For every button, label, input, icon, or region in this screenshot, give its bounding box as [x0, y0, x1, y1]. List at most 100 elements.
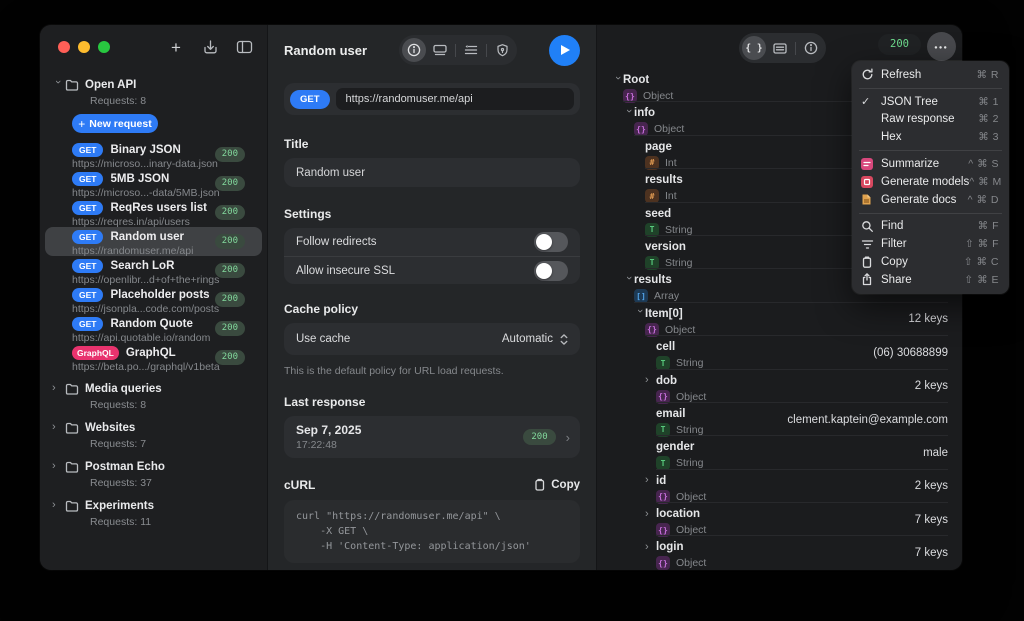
sidebar-folder[interactable]: ›Experiments Requests: 11	[52, 498, 267, 528]
chevron-right-icon[interactable]: ›	[52, 383, 63, 394]
menu-item-summarize[interactable]: Summarize ^ ⌘ S	[856, 155, 1005, 173]
chevron-right-icon[interactable]: ›	[52, 500, 63, 511]
chevron-right-icon[interactable]: ›	[645, 375, 656, 386]
last-response-row[interactable]: Sep 7, 2025 17:22:48 200 ›	[284, 416, 580, 458]
zoom-window-button[interactable]	[98, 41, 110, 53]
tree-row[interactable]: ›location {}Object 7 keys	[597, 503, 962, 536]
folder-request-count: Requests: 8	[90, 399, 267, 411]
tab-raw-response[interactable]	[768, 36, 792, 60]
type-string-icon: T	[645, 256, 659, 270]
send-request-button[interactable]	[549, 35, 580, 66]
menu-item-find[interactable]: Find ⌘ F	[856, 218, 1005, 236]
chevron-right-icon[interactable]: ›	[645, 475, 656, 486]
chevron-right-icon[interactable]: ›	[52, 422, 63, 433]
tree-type: Object	[654, 123, 684, 135]
toggle-sidebar-icon[interactable]	[233, 36, 255, 58]
menu-item-share[interactable]: Share ⇧ ⌘ E	[856, 271, 1005, 289]
menu-item-filter[interactable]: Filter ⇧ ⌘ F	[856, 235, 1005, 253]
menu-item-generate-models[interactable]: Generate models ^ ⌘ M	[856, 173, 1005, 191]
tree-key: gender	[656, 441, 694, 453]
tree-row[interactable]: ›Item[0] {}Object 12 keys	[597, 303, 962, 336]
request-editor-panel: Random user	[267, 25, 597, 570]
desktop: + › Open API Requests: 8 + New request	[0, 0, 1024, 621]
sidebar-folder[interactable]: ›Websites Requests: 7	[52, 420, 267, 450]
sidebar-folder-open-api[interactable]: › Open API	[52, 77, 267, 92]
sidebar-folder[interactable]: ›Postman Echo Requests: 37	[52, 459, 267, 489]
tree-type: Object	[676, 491, 706, 503]
menu-item-raw-response[interactable]: Raw response ⌘ 2	[856, 111, 1005, 129]
type-object-icon: {}	[656, 523, 670, 537]
chevron-down-icon[interactable]: ›	[623, 276, 634, 287]
editor-view-switcher	[399, 35, 517, 65]
titlebar[interactable]: +	[40, 39, 267, 55]
tree-row[interactable]: ›id {}Object 2 keys	[597, 470, 962, 503]
follow-redirects-row: Follow redirects	[284, 228, 580, 256]
folder-icon	[65, 79, 79, 91]
method-badge: GET	[72, 172, 103, 186]
request-item[interactable]: GETReqRes users list https://reqres.in/a…	[45, 198, 262, 227]
menu-item-copy[interactable]: Copy ⇧ ⌘ C	[856, 253, 1005, 271]
last-response-label: Last response	[284, 395, 580, 409]
method-badge: GET	[72, 230, 103, 244]
title-input[interactable]: Random user	[284, 158, 580, 187]
tab-info[interactable]	[402, 38, 426, 62]
close-window-button[interactable]	[58, 41, 70, 53]
minimize-window-button[interactable]	[78, 41, 90, 53]
request-item[interactable]: GETBinary JSON https://microso...inary-d…	[45, 140, 262, 169]
new-request-button[interactable]: + New request	[72, 114, 158, 133]
type-string-icon: T	[645, 223, 659, 237]
menu-shortcut: ⇧ ⌘ C	[964, 256, 999, 268]
allow-insecure-ssl-toggle[interactable]	[534, 261, 568, 281]
follow-redirects-toggle[interactable]	[534, 232, 568, 252]
request-name: Placeholder posts	[110, 289, 209, 301]
tree-value: 7 keys	[915, 547, 948, 559]
type-int-icon: #	[645, 156, 659, 170]
request-item[interactable]: GETRandom Quote https://api.quotable.io/…	[45, 314, 262, 343]
more-options-button[interactable]: ●●●	[927, 32, 956, 61]
chevron-down-icon[interactable]: ›	[623, 109, 634, 120]
tree-value: (06) 30688899	[873, 347, 948, 359]
request-item-selected[interactable]: GETRandom user https://randomuser.me/api…	[45, 227, 262, 256]
chevron-right-icon[interactable]: ›	[52, 461, 63, 472]
tree-row[interactable]: ›cell TString (06) 30688899	[597, 336, 962, 369]
sidebar-folder[interactable]: ›Media queries Requests: 8	[52, 381, 267, 411]
menu-item-label: Generate docs	[881, 194, 968, 206]
tab-auth[interactable]	[490, 38, 514, 62]
tab-response-info[interactable]	[799, 36, 823, 60]
menu-item-json-tree[interactable]: ✓ JSON Tree ⌘ 1	[856, 93, 1005, 111]
tree-key: seed	[645, 208, 671, 220]
curl-code-block[interactable]: curl "https://randomuser.me/api" \ -X GE…	[284, 500, 580, 563]
tree-row[interactable]: ›dob {}Object 2 keys	[597, 370, 962, 403]
tab-json-tree[interactable]: { }	[742, 36, 766, 60]
menu-shortcut: ⇧ ⌘ E	[964, 274, 999, 286]
tab-body[interactable]	[428, 38, 452, 62]
menu-item-refresh[interactable]: Refresh ⌘ R	[856, 66, 1005, 84]
copy-curl-button[interactable]: Copy	[533, 478, 580, 492]
chevron-right-icon[interactable]: ›	[645, 542, 656, 553]
tab-parameters[interactable]	[459, 38, 483, 62]
search-icon	[861, 220, 881, 233]
chevron-down-icon[interactable]: ›	[634, 309, 645, 320]
tree-type: String	[665, 257, 692, 269]
tree-row[interactable]: ›login {}Object 7 keys	[597, 536, 962, 569]
menu-item-hex[interactable]: Hex ⌘ 3	[856, 128, 1005, 146]
chevron-down-icon[interactable]: ›	[52, 80, 63, 91]
add-icon[interactable]: +	[165, 36, 187, 58]
tree-row[interactable]: ›gender TString male	[597, 436, 962, 469]
url-input[interactable]: https://randomuser.me/api	[336, 88, 574, 110]
import-icon[interactable]	[199, 36, 221, 58]
request-item[interactable]: GET5MB JSON https://microso...-data/5MB.…	[45, 169, 262, 198]
request-item[interactable]: GETPlaceholder posts https://jsonpla...c…	[45, 285, 262, 314]
tree-row[interactable]: ›email TString clement.kaptein@example.c…	[597, 403, 962, 436]
chevron-down-icon[interactable]: ›	[612, 76, 623, 87]
menu-item-label: Hex	[881, 131, 978, 143]
cache-policy-select[interactable]: Automatic	[502, 333, 568, 346]
request-item[interactable]: GETSearch LoR https://openlibr...d+of+th…	[45, 256, 262, 285]
chevron-right-icon[interactable]: ›	[645, 509, 656, 520]
request-name: Random user	[110, 231, 184, 243]
tree-type: String	[665, 224, 692, 236]
request-item[interactable]: GraphQLGraphQL https://beta.po.../graphq…	[45, 343, 262, 372]
tree-key: results	[645, 174, 683, 186]
menu-item-generate-docs[interactable]: Generate docs ^ ⌘ D	[856, 191, 1005, 209]
folder-icon	[65, 383, 79, 395]
